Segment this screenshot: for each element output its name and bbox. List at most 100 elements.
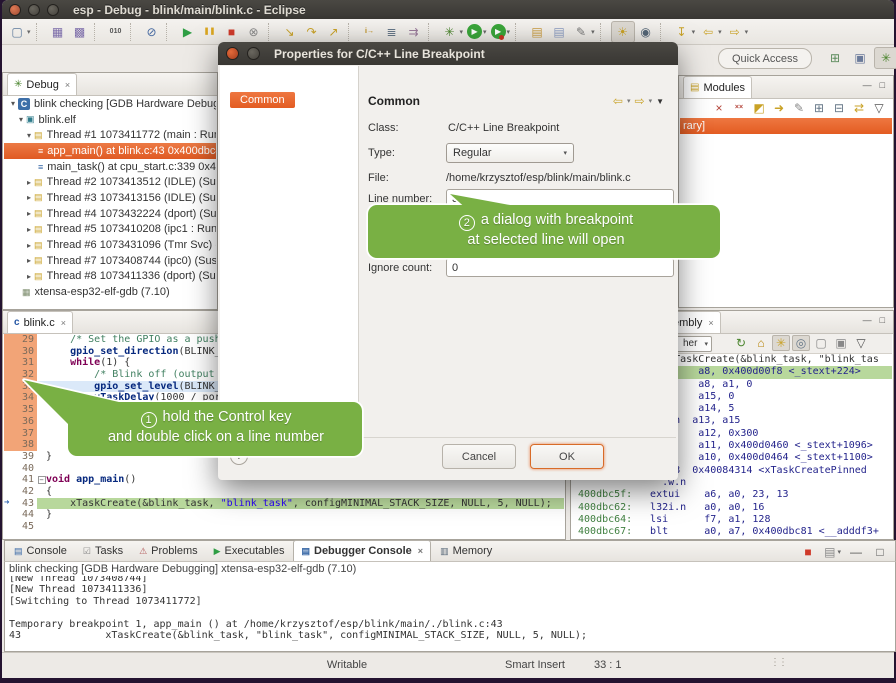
tree-expander-icon[interactable]: ▸ [24,178,34,187]
line-number[interactable]: 45 [11,521,37,533]
breakpoint-gutter[interactable] [4,404,11,416]
maximize-console-icon[interactable]: □ [871,544,889,560]
quick-access-button[interactable]: Quick Access [718,48,812,69]
terminate-icon[interactable]: ■ [221,22,243,42]
debug-tree-row[interactable]: ▸▤Thread #4 1073432224 (dport) (Suspende… [4,206,216,222]
fold-toggle-icon[interactable]: − [37,474,46,486]
save-icon[interactable]: ▦ [47,22,69,42]
debug-columns-icon[interactable]: ≣ [381,22,403,42]
show-source-icon[interactable]: ◎ [792,335,810,351]
tree-expander-icon[interactable]: ▸ [24,272,34,281]
terminate-console-icon[interactable]: ■ [799,544,817,560]
tree-expander-icon[interactable]: ▸ [24,193,34,202]
save-all-icon[interactable]: ▩ [69,22,91,42]
editor-line[interactable]: ➜43 xTaskCreate(&blink_task, "blink_task… [4,498,564,510]
sync-active-context-icon[interactable]: ✳ [772,335,790,351]
tab-console[interactable]: ▤Console [7,541,74,561]
enabled-checkbox[interactable]: ✓ [368,213,381,226]
modules-selected-row[interactable]: rary] [680,118,892,134]
breakpoint-gutter[interactable] [4,474,11,486]
tree-expander-icon[interactable]: ▾ [16,115,26,124]
status-drag-handle[interactable]: ⋮⋮ [770,657,786,668]
disassembly-line[interactable]: 400dbc5f: extui a6, a0, 23, 13 [572,489,892,501]
tree-expander-icon[interactable]: ▾ [8,99,18,108]
editor-line[interactable]: 42{ [4,486,564,498]
tab-tasks[interactable]: ☑Tasks [76,541,130,561]
chevron-down-icon[interactable]: ▾ [704,340,708,348]
resume-icon[interactable]: ▶ [177,22,199,42]
breakpoint-gutter[interactable] [4,451,11,463]
debug-tree-row[interactable]: ▸▤Thread #6 1073431096 (Tmr Svc) (Suspen… [4,237,216,253]
breakpoint-gutter[interactable] [4,392,11,404]
breakpoint-gutter[interactable] [4,346,11,358]
binary-icon[interactable]: 010 [105,22,127,42]
debug-tree-row[interactable]: ≡main_task() at cpu_start.c:339 0x400d0f… [4,159,216,175]
dialog-minimize-button[interactable] [247,47,260,60]
skip-breakpoints-icon[interactable]: ⊘ [141,22,163,42]
chevron-down-icon[interactable]: ▾ [483,28,487,36]
new-icon[interactable]: ▢▾ [6,22,33,42]
breakpoint-gutter[interactable] [4,369,11,381]
display-console-icon[interactable]: ▤▾ [823,544,841,560]
view-menu-icon[interactable]: ▽ [870,100,888,116]
maximize-icon[interactable]: □ [880,80,885,90]
debug-tree-row[interactable]: ▸▤Thread #2 1073413512 (IDLE) (Suspended… [4,174,216,190]
help-button[interactable]: ? [230,447,248,465]
link-view-icon[interactable]: ⇄ [850,100,868,116]
view-menu-icon[interactable]: ▽ [852,335,870,351]
tree-expander-icon[interactable]: ▸ [24,209,34,218]
chevron-down-icon[interactable]: ▾ [718,28,722,36]
step-return-icon[interactable]: ↗ [323,22,345,42]
debug-tree-row[interactable]: ▸▤Thread #7 1073408744 (ipc0) (Suspended… [4,253,216,269]
tree-expander-icon[interactable]: ▸ [24,241,34,250]
instruction-pointer-icon[interactable]: i→ [359,22,381,42]
back-arrow-icon[interactable]: ⇦ [613,94,623,108]
close-icon[interactable]: × [708,318,713,328]
line-number[interactable]: 37 [11,428,37,440]
tree-expander-icon[interactable]: ▸ [24,225,34,234]
last-edit-icon[interactable]: ↧▾ [671,22,698,42]
breakpoint-icon[interactable]: ➜ [4,498,11,510]
line-number[interactable]: 32 [11,369,37,381]
line-number[interactable]: 44 [11,509,37,521]
tab-problems[interactable]: ⚠Problems [132,541,205,561]
refresh-icon[interactable]: ↻ [732,335,750,351]
line-number[interactable]: 40 [11,463,37,475]
close-icon[interactable]: × [61,318,66,328]
sidebar-item-common[interactable]: Common [230,92,295,108]
disassembly-line[interactable]: 400dbc62: l32i.n a0, a0, 16 [572,502,892,514]
pin-view-icon[interactable]: ▣ [832,335,850,351]
disassembly-line[interactable]: 400dbc64: lsi f7, a1, 128 [572,514,892,526]
minimize-icon[interactable]: — [863,315,872,325]
cancel-button[interactable]: Cancel [442,444,516,469]
expand-all-icon[interactable]: ⊞ [810,100,828,116]
line-number[interactable]: 36 [11,416,37,428]
view-menu-icon[interactable]: ▼ [656,97,664,106]
disassembly-line[interactable]: 400dbc67: blt a0, a7, 0x400dbc81 <__addd… [572,526,892,538]
window-minimize-button[interactable] [28,4,40,16]
browser-icon[interactable]: ◉ [635,22,657,42]
open-element-icon[interactable]: ▤ [526,22,548,42]
tree-expander-icon[interactable]: ▸ [24,256,34,265]
minimize-console-icon[interactable]: — [847,544,865,560]
debug-tree-row[interactable]: ▾▤Thread #1 1073411772 (main : Running :… [4,127,216,143]
tab-debug[interactable]: ✳ Debug × [7,73,77,95]
ok-button[interactable]: OK [530,444,604,469]
chevron-down-icon[interactable]: ▾ [692,28,696,36]
chevron-down-icon[interactable]: ▾ [745,28,749,36]
step-over-icon[interactable]: ↷ [301,22,323,42]
line-number[interactable]: 34 [11,392,37,404]
suspend-icon[interactable]: ❚❚ [199,22,221,42]
debug-tree-row[interactable]: ▸▤Thread #8 1073411336 (dport) (Suspende… [4,269,216,285]
breakpoint-gutter[interactable] [4,521,11,533]
chevron-down-icon[interactable]: ▾ [627,97,631,105]
line-number[interactable]: 30 [11,346,37,358]
chevron-down-icon[interactable]: ▾ [837,548,841,556]
run-icon[interactable]: ▶▾ [465,22,489,42]
annotate-icon[interactable]: ✎▾ [570,22,597,42]
line-number[interactable]: 33 [11,381,37,393]
open-resource-icon[interactable]: ▤ [548,22,570,42]
tab-memory[interactable]: ▥Memory [433,541,499,561]
chevron-down-icon[interactable]: ▾ [649,97,653,105]
debug-tree-row[interactable]: ▸▤Thread #3 1073413156 (IDLE) (Suspended… [4,190,216,206]
